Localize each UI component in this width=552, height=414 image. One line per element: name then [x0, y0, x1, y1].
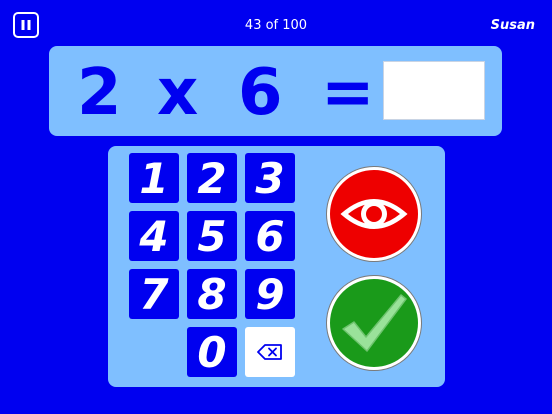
- equals-sign: =: [321, 56, 375, 130]
- key-5[interactable]: 5: [187, 211, 237, 261]
- key-8[interactable]: 8: [187, 269, 237, 319]
- eye-icon: [340, 199, 408, 229]
- operand-b: 6: [238, 56, 283, 130]
- submit-answer-button[interactable]: [327, 276, 421, 370]
- progress-text: 43 of 100: [244, 18, 308, 33]
- key-0[interactable]: 0: [187, 327, 237, 377]
- key-3[interactable]: 3: [245, 153, 295, 203]
- answer-field[interactable]: [383, 61, 485, 120]
- key-1[interactable]: 1: [129, 153, 179, 203]
- keypad-panel: 1 2 3 4 5 6 7 8 9 0: [108, 146, 445, 387]
- backspace-icon: [257, 344, 282, 360]
- checkmark-icon: [342, 294, 407, 352]
- backspace-button[interactable]: [245, 327, 295, 377]
- operand-a: 2: [77, 56, 122, 130]
- key-2[interactable]: 2: [187, 153, 237, 203]
- user-name: Susan: [490, 18, 535, 33]
- key-4[interactable]: 4: [129, 211, 179, 261]
- key-6[interactable]: 6: [245, 211, 295, 261]
- key-7[interactable]: 7: [129, 269, 179, 319]
- peek-answer-button[interactable]: [327, 167, 421, 261]
- equation-panel: 2 x 6 =: [49, 46, 502, 136]
- operator: x: [157, 56, 199, 130]
- key-9[interactable]: 9: [245, 269, 295, 319]
